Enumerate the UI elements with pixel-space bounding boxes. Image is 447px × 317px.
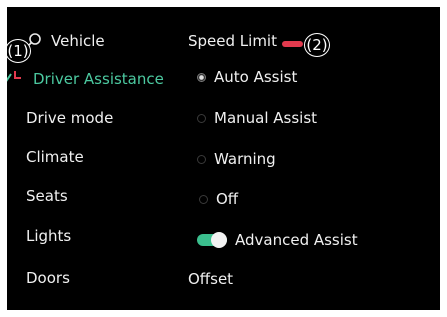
- sidebar-item-seats[interactable]: Seats: [26, 187, 68, 205]
- search-label: Vehicle: [51, 32, 105, 50]
- search-row[interactable]: Vehicle: [27, 29, 105, 53]
- sidebar-item-drive-mode[interactable]: Drive mode: [26, 109, 113, 127]
- active-item-marker-icon: [7, 71, 21, 82]
- sidebar-item-lights[interactable]: Lights: [26, 227, 71, 245]
- settings-screen: Vehicle (1) Driver Assistance Drive mode…: [7, 7, 440, 310]
- main-content: Speed Limit Auto Assist Manual Assist Wa…: [187, 7, 440, 310]
- radio-icon[interactable]: [197, 113, 206, 123]
- toggle-knob: [211, 232, 227, 248]
- option-label: Auto Assist: [214, 68, 298, 86]
- radio-icon[interactable]: [197, 154, 206, 164]
- sidebar-item-driver-assistance[interactable]: Driver Assistance: [33, 70, 164, 88]
- option-label: Warning: [214, 150, 276, 168]
- option-label: Off: [216, 190, 239, 208]
- option-auto-assist[interactable]: Auto Assist: [197, 68, 297, 86]
- advanced-assist-toggle[interactable]: [197, 232, 227, 248]
- sidebar-item-climate[interactable]: Climate: [26, 148, 84, 166]
- offset-label: Offset: [188, 270, 234, 288]
- sidebar: Vehicle (1) Driver Assistance Drive mode…: [7, 7, 177, 310]
- section-title: Speed Limit: [188, 32, 277, 50]
- option-manual-assist[interactable]: Manual Assist: [197, 109, 317, 127]
- option-warning[interactable]: Warning: [197, 150, 276, 168]
- option-off[interactable]: Off: [199, 190, 238, 208]
- sidebar-item-doors[interactable]: Doors: [26, 269, 70, 287]
- toggle-label: Advanced Assist: [235, 231, 358, 249]
- radio-selected-icon[interactable]: [197, 72, 206, 82]
- option-label: Manual Assist: [214, 109, 318, 127]
- advanced-assist-toggle-row[interactable]: Advanced Assist: [197, 231, 358, 249]
- radio-icon[interactable]: [199, 194, 208, 204]
- callout-1: (1): [7, 39, 31, 63]
